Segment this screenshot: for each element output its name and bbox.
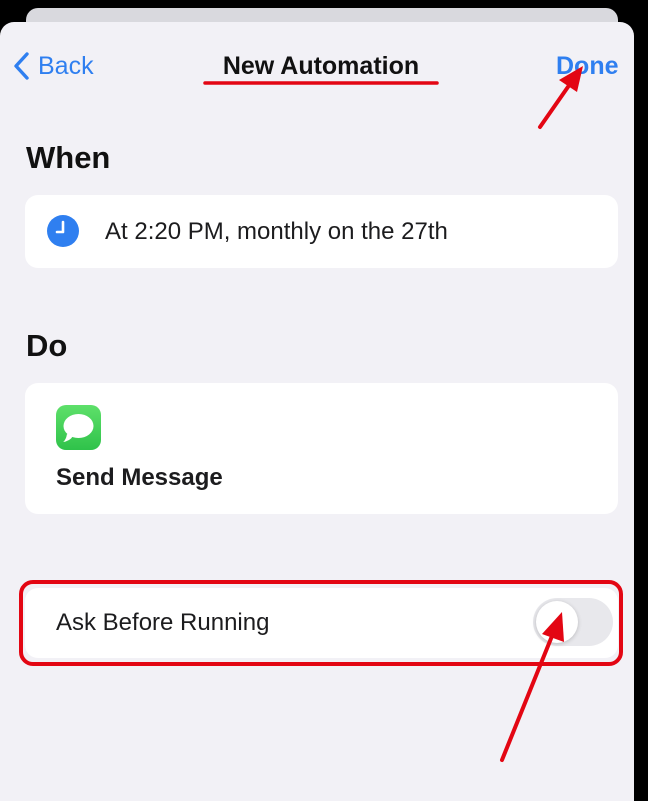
chevron-left-icon bbox=[12, 51, 32, 81]
back-label: Back bbox=[38, 51, 94, 80]
screen: Back New Automation Done When At 2:20 PM… bbox=[0, 0, 648, 801]
clock-icon bbox=[47, 215, 79, 247]
done-button[interactable]: Done bbox=[556, 50, 619, 82]
messages-icon bbox=[56, 405, 101, 450]
do-section-title: Do bbox=[26, 328, 68, 363]
trigger-text: At 2:20 PM, monthly on the 27th bbox=[105, 218, 448, 245]
page-title: New Automation bbox=[222, 52, 420, 80]
trigger-row[interactable]: At 2:20 PM, monthly on the 27th bbox=[25, 195, 618, 268]
when-section-title: When bbox=[26, 140, 111, 175]
annotation-highlight-box bbox=[19, 580, 623, 666]
action-label: Send Message bbox=[56, 464, 223, 491]
action-card[interactable]: Send Message bbox=[25, 383, 618, 514]
back-button[interactable]: Back bbox=[12, 50, 94, 82]
